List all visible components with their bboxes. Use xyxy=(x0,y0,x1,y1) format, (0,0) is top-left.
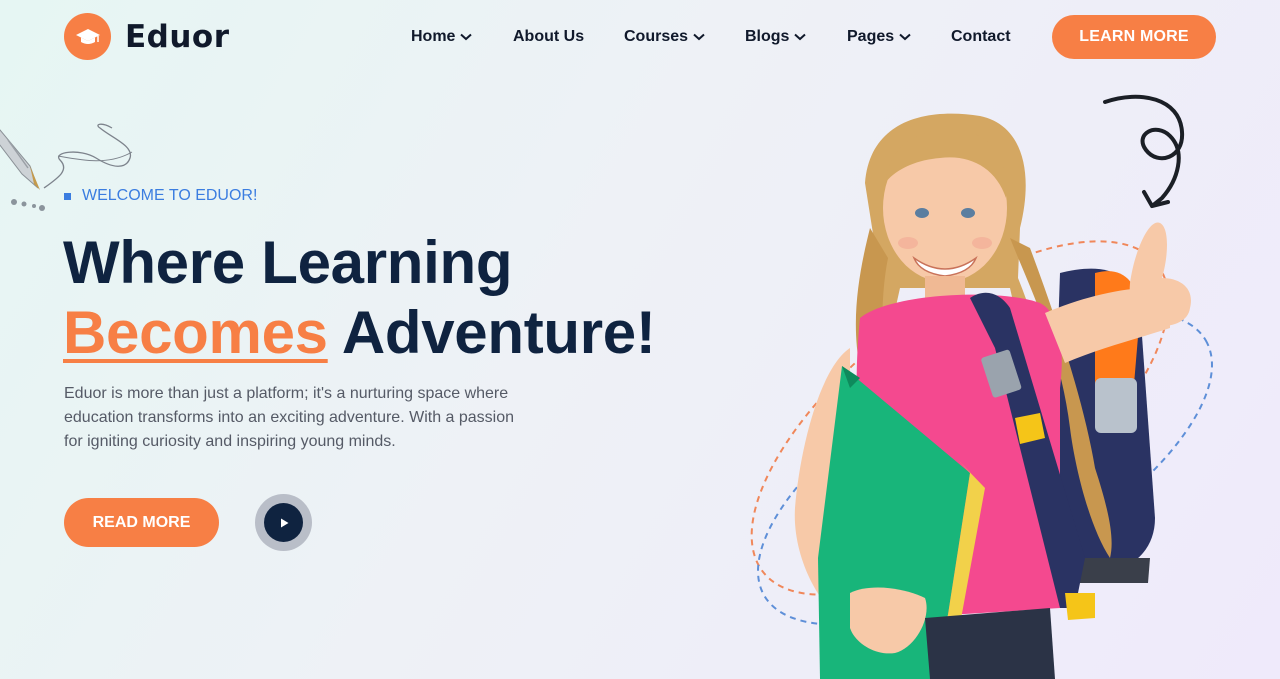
headline-line-2-rest: Adventure! xyxy=(327,299,656,366)
page-frame: Eduor Home About Us Courses Blogs Pages xyxy=(0,0,1280,679)
nav-about-us[interactable]: About Us xyxy=(513,28,584,46)
chevron-down-icon xyxy=(899,33,911,41)
nav-about-us-label: About Us xyxy=(513,28,585,45)
learn-more-button[interactable]: LEARN MORE xyxy=(1052,15,1216,59)
chevron-down-icon xyxy=(693,33,705,41)
nav-pages[interactable]: Pages xyxy=(847,28,911,46)
brand-logo[interactable]: Eduor xyxy=(64,13,230,60)
graduation-cap-icon xyxy=(64,13,111,60)
nav-contact-label: Contact xyxy=(951,28,1011,45)
chevron-down-icon xyxy=(460,33,473,41)
hero-description: Eduor is more than just a platform; it's… xyxy=(64,385,515,450)
square-bullet-icon xyxy=(64,192,71,200)
chevron-down-icon xyxy=(794,33,807,41)
eyebrow-text: WELCOME TO EDUOR! xyxy=(82,187,258,204)
play-icon xyxy=(280,518,288,527)
nav-home-label: Home xyxy=(411,28,456,45)
headline-line-1: Where Learning xyxy=(63,229,513,296)
brand-name: Eduor xyxy=(125,18,230,55)
hero-headline: Where Learning Becomes Adventure! xyxy=(63,228,656,368)
hero-eyebrow: WELCOME TO EDUOR! xyxy=(64,187,257,205)
student-girl-illustration xyxy=(750,94,1213,679)
nav-courses-label: Courses xyxy=(624,28,689,45)
play-video-button[interactable] xyxy=(255,494,312,551)
play-button-inner xyxy=(264,503,303,542)
nav-blogs[interactable]: Blogs xyxy=(745,28,807,46)
nav-home[interactable]: Home xyxy=(411,28,473,46)
nav-pages-label: Pages xyxy=(847,28,895,45)
site-header: Eduor Home About Us Courses Blogs Pages xyxy=(0,0,1280,74)
nav-courses[interactable]: Courses xyxy=(624,28,705,46)
nav-blogs-label: Blogs xyxy=(745,28,790,45)
read-more-button[interactable]: READ MORE xyxy=(64,498,219,547)
headline-accent-word: Becomes xyxy=(63,299,328,366)
nav-contact[interactable]: Contact xyxy=(951,28,1011,46)
